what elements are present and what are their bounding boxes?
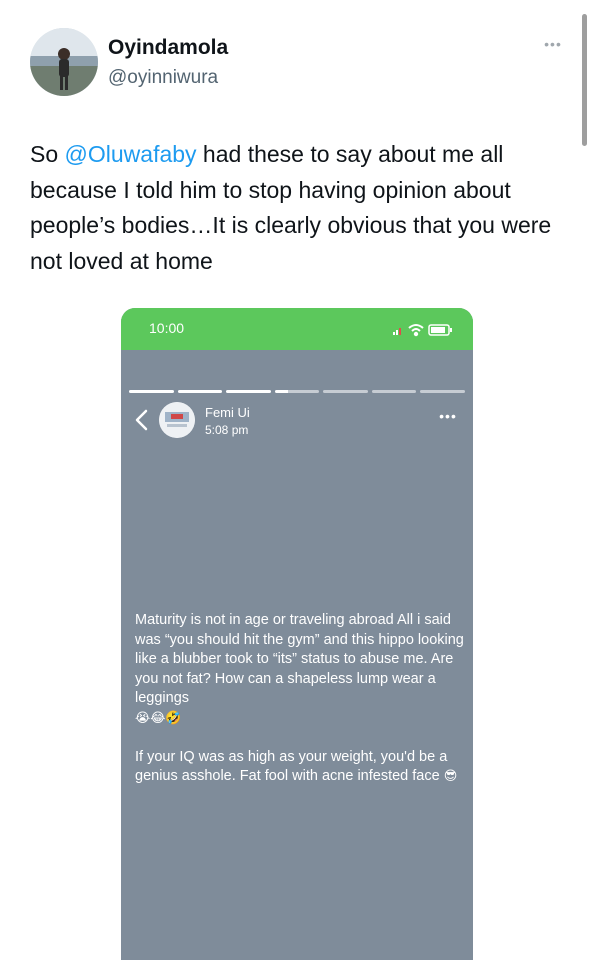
story-paragraph-1-text: Maturity is not in age or traveling abro… — [135, 612, 464, 706]
status-time: 10:00 — [149, 320, 185, 336]
story-paragraph-2-text: If your IQ was as high as your weight, y… — [135, 748, 448, 785]
story-more-button[interactable]: ••• — [437, 408, 459, 424]
progress-segment — [226, 390, 271, 393]
story-text: Maturity is not in age or traveling abro… — [135, 611, 465, 806]
avatar[interactable] — [30, 28, 98, 96]
progress-segment — [177, 390, 223, 393]
scrollbar[interactable] — [582, 14, 587, 146]
user-handle[interactable]: @oyinniwura — [108, 67, 218, 89]
story-timestamp: 5:08 pm — [205, 423, 249, 437]
phone-status-bar: 10:00 — [121, 308, 473, 350]
progress-segment — [274, 390, 320, 393]
progress-segment — [323, 390, 368, 393]
story-paragraph-2: If your IQ was as high as your weight, y… — [135, 748, 465, 787]
mention-link[interactable]: @Oluwafaby — [65, 141, 197, 167]
wifi-icon — [408, 324, 424, 337]
more-options-button[interactable]: ••• — [538, 36, 568, 56]
tweet-text: So @Oluwafaby had these to say about me … — [30, 137, 575, 279]
back-chevron-icon[interactable] — [133, 408, 151, 432]
story-author-avatar[interactable] — [159, 402, 195, 438]
profile-photo-icon — [30, 28, 98, 96]
story-author-name[interactable]: Femi Ui — [205, 405, 250, 420]
author-photo-icon — [159, 402, 195, 438]
story-paragraph-1: Maturity is not in age or traveling abro… — [135, 611, 465, 728]
tweet-text-start: So — [30, 141, 65, 167]
progress-segment — [371, 390, 417, 393]
signal-icon — [393, 328, 401, 335]
laughing-emoji-icons: 😭😂🤣 — [135, 710, 182, 726]
battery-icon — [428, 324, 452, 336]
progress-segment — [129, 390, 174, 393]
display-name[interactable]: Oyindamola — [108, 36, 228, 60]
progress-segment — [420, 390, 466, 393]
embedded-screenshot[interactable]: 10:00 Femi Ui 5:08 pm ••• Maturity is no… — [121, 308, 473, 960]
story-progress-bar — [129, 390, 466, 394]
status-icons — [393, 324, 452, 337]
sunglasses-emoji-icon: 😎 — [443, 769, 458, 784]
